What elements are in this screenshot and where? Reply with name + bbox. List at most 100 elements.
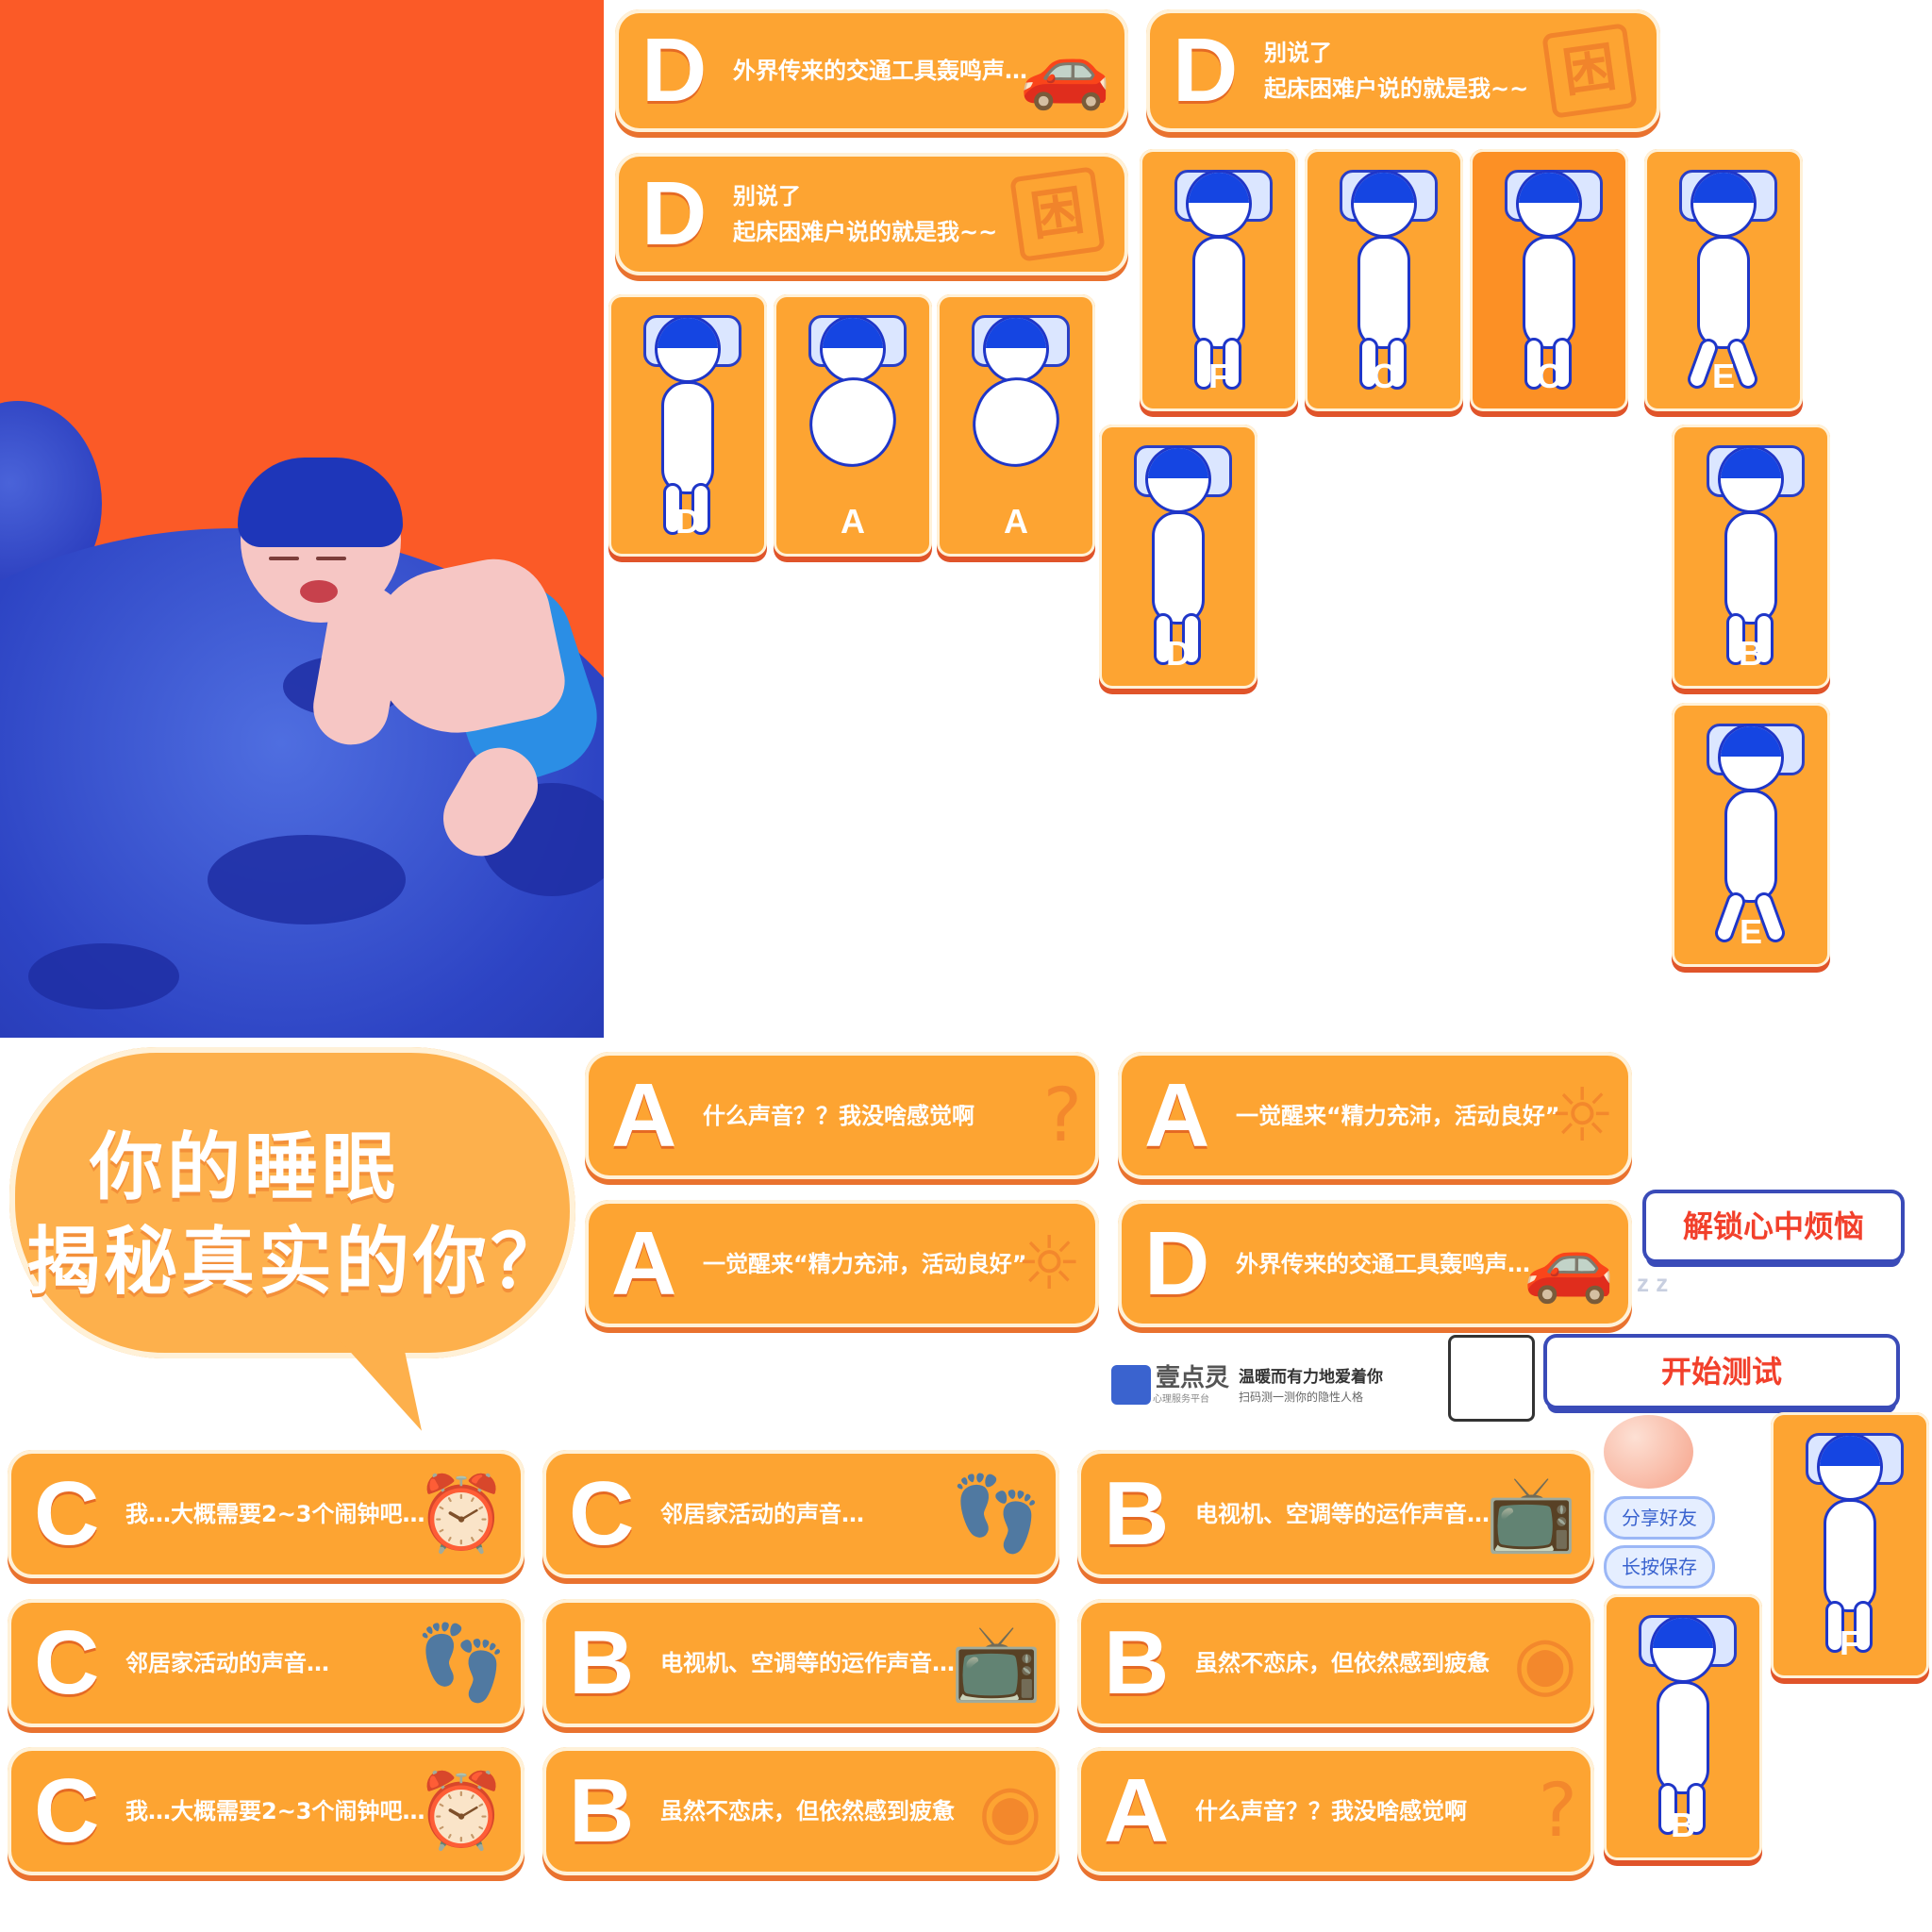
option-card[interactable]: D 别说了 起床困难户说的就是我~~ 困 xyxy=(1146,9,1660,132)
car-icon: 🚗 xyxy=(1019,28,1111,113)
option-letter: D xyxy=(1144,1212,1209,1314)
option-card[interactable]: D 外界传来的交通工具轰鸣声… 🚗 xyxy=(1118,1200,1632,1327)
option-letter: B xyxy=(1104,1463,1169,1564)
boy-eye xyxy=(269,557,299,560)
option-letter: B xyxy=(569,1760,634,1861)
option-card[interactable]: C 我…大概需要2~3个闹钟吧… ⏰ xyxy=(8,1450,525,1578)
body-icon xyxy=(797,365,908,479)
title-line-2: 揭秘真实的你？ xyxy=(26,1220,569,1305)
footprint-icon: 👣 xyxy=(415,1621,508,1706)
share-friend-button[interactable]: 分享好友 xyxy=(1604,1496,1715,1540)
option-text: 什么声音？？我没啥感觉啊 xyxy=(1195,1798,1467,1824)
pose-letter: F xyxy=(1840,1624,1860,1662)
alarm-clock-icon: ⏰ xyxy=(415,1769,508,1854)
option-text: 一觉醒来“精力充沛，活动良好” xyxy=(1236,1102,1560,1129)
pose-tile[interactable]: C xyxy=(1470,149,1628,411)
body-icon xyxy=(1657,1681,1709,1794)
long-press-save-button[interactable]: 长按保存 xyxy=(1604,1545,1715,1589)
option-card[interactable]: D 别说了 起床困难户说的就是我~~ 困 xyxy=(615,153,1128,275)
sun-icon: ☼ xyxy=(1016,1221,1082,1307)
pose-tile[interactable]: A xyxy=(774,294,932,557)
pose-letter: F xyxy=(1208,357,1229,395)
boy-mouth xyxy=(300,580,338,603)
question-mark-icon: ? xyxy=(1042,1073,1082,1158)
start-test-button[interactable]: 开始测试 xyxy=(1547,1338,1896,1406)
option-letter: B xyxy=(569,1612,634,1713)
brand-logo-icon xyxy=(1111,1365,1151,1405)
crater xyxy=(208,835,406,924)
pose-letter: E xyxy=(1739,912,1762,951)
option-letter: A xyxy=(1104,1760,1169,1861)
tired-eye-icon: ◉ xyxy=(1512,1621,1577,1706)
option-text: 别说了 起床困难户说的就是我~~ xyxy=(733,183,998,245)
option-card[interactable]: B 电视机、空调等的运作声音… 📺 xyxy=(1077,1450,1594,1578)
pose-letter: D xyxy=(1166,634,1191,673)
body-icon xyxy=(960,365,1072,479)
option-card[interactable]: D 外界传来的交通工具轰鸣声… 🚗 xyxy=(615,9,1128,132)
title-line-1: 你的睡眠 xyxy=(90,1125,400,1210)
option-text: 虽然不恋床，但依然感到疲惫 xyxy=(660,1798,955,1824)
option-letter: A xyxy=(611,1212,676,1314)
pose-letter: D xyxy=(675,502,700,541)
option-text: 别说了 起床困难户说的就是我~~ xyxy=(1264,40,1529,102)
pose-letter: A xyxy=(841,502,865,541)
option-card[interactable]: B 虽然不恋床，但依然感到疲惫 ◉ xyxy=(542,1747,1059,1875)
head-icon xyxy=(1718,445,1784,513)
body-icon xyxy=(1824,1499,1876,1612)
pose-tile[interactable]: D xyxy=(608,294,767,557)
option-letter: C xyxy=(34,1463,99,1564)
head-icon xyxy=(1718,724,1784,791)
pose-letter: C xyxy=(1372,357,1396,395)
pose-tile[interactable]: F xyxy=(1771,1412,1929,1678)
pose-tile[interactable]: D xyxy=(1099,425,1257,689)
option-text: 外界传来的交通工具轰鸣声… xyxy=(1236,1250,1530,1277)
speech-blob-icon xyxy=(1604,1415,1693,1489)
head-icon xyxy=(820,315,886,383)
option-card[interactable]: A 什么声音？？我没啥感觉啊 ? xyxy=(1077,1747,1594,1875)
car-icon: 🚗 xyxy=(1523,1221,1615,1307)
brand-logo-text: 壹点灵 xyxy=(1156,1364,1230,1392)
option-card[interactable]: C 邻居家活动的声音… 👣 xyxy=(542,1450,1059,1578)
tv-icon: 📺 xyxy=(950,1621,1042,1706)
boy-eye xyxy=(316,557,346,560)
pose-tile[interactable]: F xyxy=(1140,149,1298,411)
pose-letter: C xyxy=(1537,357,1561,395)
body-icon xyxy=(661,381,714,494)
head-icon xyxy=(1650,1615,1716,1683)
title-bubble: 你的睡眠 揭秘真实的你？ xyxy=(9,1047,575,1358)
option-card[interactable]: C 我…大概需要2~3个闹钟吧… ⏰ xyxy=(8,1747,525,1875)
pose-tile[interactable]: C xyxy=(1305,149,1463,411)
illustration-panel xyxy=(0,0,604,1038)
option-card[interactable]: C 邻居家活动的声音… 👣 xyxy=(8,1599,525,1727)
pose-letter: E xyxy=(1711,357,1735,395)
body-icon xyxy=(1523,236,1575,349)
option-letter: C xyxy=(34,1760,99,1861)
pose-tile[interactable]: E xyxy=(1672,703,1830,967)
head-icon xyxy=(1690,170,1757,238)
alarm-clock-icon: ⏰ xyxy=(415,1472,508,1557)
pose-tile[interactable]: B xyxy=(1672,425,1830,689)
option-card[interactable]: B 电视机、空调等的运作声音… 📺 xyxy=(542,1599,1059,1727)
body-icon xyxy=(1724,790,1777,903)
unlock-button[interactable]: 解锁心中烦恼 xyxy=(1646,1193,1901,1259)
pose-tile[interactable]: A xyxy=(937,294,1095,557)
zzz-icon: z z xyxy=(1637,1269,1669,1297)
option-card[interactable]: A 什么声音？？我没啥感觉啊 ? xyxy=(585,1052,1099,1179)
brand-slogan: 温暖而有力地爱着你 xyxy=(1239,1368,1383,1387)
head-icon xyxy=(1145,445,1211,513)
option-card[interactable]: A 一觉醒来“精力充沛，活动良好” ☼ xyxy=(585,1200,1099,1327)
option-card[interactable]: A 一觉醒来“精力充沛，活动良好” ☼ xyxy=(1118,1052,1632,1179)
option-text: 电视机、空调等的运作声音… xyxy=(1195,1501,1490,1527)
tired-eye-icon: ◉ xyxy=(977,1769,1042,1854)
head-icon xyxy=(983,315,1049,383)
tv-icon: 📺 xyxy=(1485,1472,1577,1557)
option-letter: A xyxy=(611,1064,676,1166)
pose-tile[interactable]: B xyxy=(1604,1594,1762,1860)
option-card[interactable]: B 虽然不恋床，但依然感到疲惫 ◉ xyxy=(1077,1599,1594,1727)
option-letter: C xyxy=(34,1612,99,1713)
head-icon xyxy=(1351,170,1417,238)
head-icon xyxy=(1186,170,1252,238)
qr-code-placeholder xyxy=(1448,1335,1535,1422)
pose-tile[interactable]: E xyxy=(1644,149,1803,411)
option-text: 什么声音？？我没啥感觉啊 xyxy=(703,1102,974,1129)
